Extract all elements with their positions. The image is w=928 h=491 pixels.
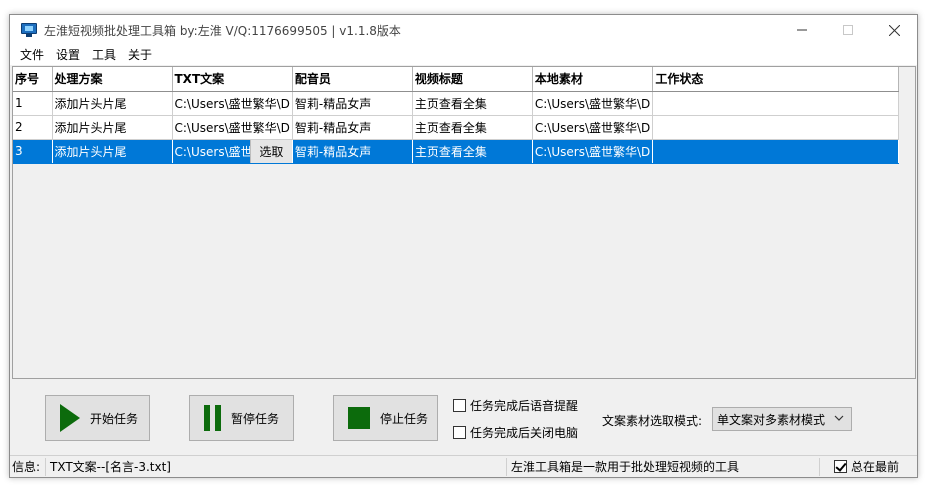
column-header-voice[interactable]: 配音员: [292, 67, 413, 92]
monitor-icon: [21, 23, 37, 37]
cell-txt-value: C:\Users\盛世: [174, 144, 253, 159]
close-button[interactable]: [871, 15, 917, 45]
mode-select-value: 单文案对多素材模式: [717, 412, 826, 427]
cell-voice[interactable]: 智莉-精品女声: [292, 139, 413, 164]
control-panel: 开始任务 暂停任务 停止任务 任务完成后语音提醒 任务完成后关闭电脑 文案素材选…: [10, 381, 917, 453]
cell-scheme[interactable]: 添加片头片尾: [52, 139, 173, 164]
mode-label: 文案素材选取模式:: [602, 414, 703, 428]
shutdown-checkbox[interactable]: [453, 426, 466, 439]
cell-txt[interactable]: C:\Users\盛世繁华\D: [172, 91, 293, 116]
task-grid[interactable]: 序号 处理方案 TXT文案 配音员 视频标题 本地素材 工作状态 1 添加片头片…: [12, 66, 916, 379]
window-title: 左淮短视频批处理工具箱 by:左淮 V/Q:1176699505 | v1.1.…: [44, 23, 401, 38]
shutdown-label: 任务完成后关闭电脑: [470, 426, 579, 440]
column-header-status[interactable]: 工作状态: [652, 67, 900, 92]
mode-select[interactable]: 单文案对多素材模式: [712, 407, 852, 431]
cell-txt[interactable]: C:\Users\盛世繁华\D: [172, 115, 293, 140]
shutdown-option[interactable]: 任务完成后关闭电脑: [453, 424, 578, 441]
voice-reminder-checkbox[interactable]: [453, 399, 466, 412]
pick-file-button[interactable]: 选取: [249, 139, 292, 162]
cell-status[interactable]: [652, 139, 900, 164]
cell-status[interactable]: [652, 115, 900, 140]
minimize-button[interactable]: [779, 15, 825, 45]
start-task-button[interactable]: 开始任务: [45, 395, 150, 441]
voice-reminder-label: 任务完成后语音提醒: [470, 399, 579, 413]
cell-scheme[interactable]: 添加片头片尾: [52, 115, 173, 140]
column-header-scheme[interactable]: 处理方案: [52, 67, 173, 92]
start-task-label: 开始任务: [90, 411, 139, 426]
menu-about[interactable]: 关于: [122, 45, 158, 65]
cell-material[interactable]: C:\Users\盛世繁华\D: [532, 115, 654, 140]
topmost-option[interactable]: 总在最前: [834, 458, 899, 475]
cell-title[interactable]: 主页查看全集: [412, 115, 533, 140]
status-info-text: TXT文案--[名言-3.txt]: [46, 457, 507, 476]
stop-task-button[interactable]: 停止任务: [333, 395, 438, 441]
menu-tools[interactable]: 工具: [86, 45, 122, 65]
menu-settings[interactable]: 设置: [50, 45, 86, 65]
play-icon: [60, 404, 80, 432]
minimize-icon: [797, 29, 807, 31]
cell-txt-editing[interactable]: C:\Users\盛世 选取: [172, 139, 293, 164]
chevron-down-icon: [834, 415, 844, 421]
column-header-txt[interactable]: TXT文案: [172, 67, 293, 92]
status-bar: 信息: TXT文案--[名言-3.txt] 左淮工具箱是一款用于批处理短视频的工…: [10, 455, 917, 477]
status-description: 左淮工具箱是一款用于批处理短视频的工具: [507, 457, 820, 476]
column-header-material[interactable]: 本地素材: [532, 67, 654, 92]
topmost-checkbox[interactable]: [834, 460, 847, 473]
pause-task-button[interactable]: 暂停任务: [189, 395, 294, 441]
pause-task-label: 暂停任务: [231, 411, 280, 426]
cell-title[interactable]: 主页查看全集: [412, 139, 533, 164]
table-row[interactable]: 1 添加片头片尾 C:\Users\盛世繁华\D 智莉-精品女声 主页查看全集 …: [13, 91, 900, 116]
column-header-title[interactable]: 视频标题: [412, 67, 533, 92]
title-bar[interactable]: 左淮短视频批处理工具箱 by:左淮 V/Q:1176699505 | v1.1.…: [10, 15, 917, 45]
stop-task-label: 停止任务: [380, 411, 429, 426]
table-row[interactable]: 2 添加片头片尾 C:\Users\盛世繁华\D 智莉-精品女声 主页查看全集 …: [13, 115, 900, 140]
stop-icon: [348, 407, 370, 429]
cell-index[interactable]: 3: [13, 139, 53, 164]
voice-reminder-option[interactable]: 任务完成后语音提醒: [453, 397, 578, 414]
topmost-label: 总在最前: [851, 460, 900, 474]
close-icon: [888, 24, 900, 36]
task-table: 序号 处理方案 TXT文案 配音员 视频标题 本地素材 工作状态 1 添加片头片…: [13, 67, 900, 164]
cell-index[interactable]: 2: [13, 115, 53, 140]
menu-file[interactable]: 文件: [14, 45, 50, 65]
status-info-label: 信息:: [10, 457, 46, 476]
cell-status[interactable]: [652, 91, 900, 116]
cell-index[interactable]: 1: [13, 91, 53, 116]
cell-voice[interactable]: 智莉-精品女声: [292, 115, 413, 140]
table-row-selected[interactable]: 3 添加片头片尾 C:\Users\盛世 选取 智莉-精品女声 主页查看全集 C…: [13, 139, 900, 164]
column-header-index[interactable]: 序号: [13, 67, 53, 92]
maximize-button[interactable]: [825, 15, 871, 45]
cell-material[interactable]: C:\Users\盛世繁华\D: [532, 91, 654, 116]
cell-title[interactable]: 主页查看全集: [412, 91, 533, 116]
table-header-row: 序号 处理方案 TXT文案 配音员 视频标题 本地素材 工作状态: [13, 67, 900, 92]
cell-voice[interactable]: 智莉-精品女声: [292, 91, 413, 116]
pause-icon: [204, 405, 221, 431]
cell-material[interactable]: C:\Users\盛世繁华\D: [532, 139, 654, 164]
cell-scheme[interactable]: 添加片头片尾: [52, 91, 173, 116]
maximize-icon: [843, 25, 853, 35]
menu-bar: 文件 设置 工具 关于: [10, 45, 917, 65]
app-window: 左淮短视频批处理工具箱 by:左淮 V/Q:1176699505 | v1.1.…: [9, 14, 918, 478]
